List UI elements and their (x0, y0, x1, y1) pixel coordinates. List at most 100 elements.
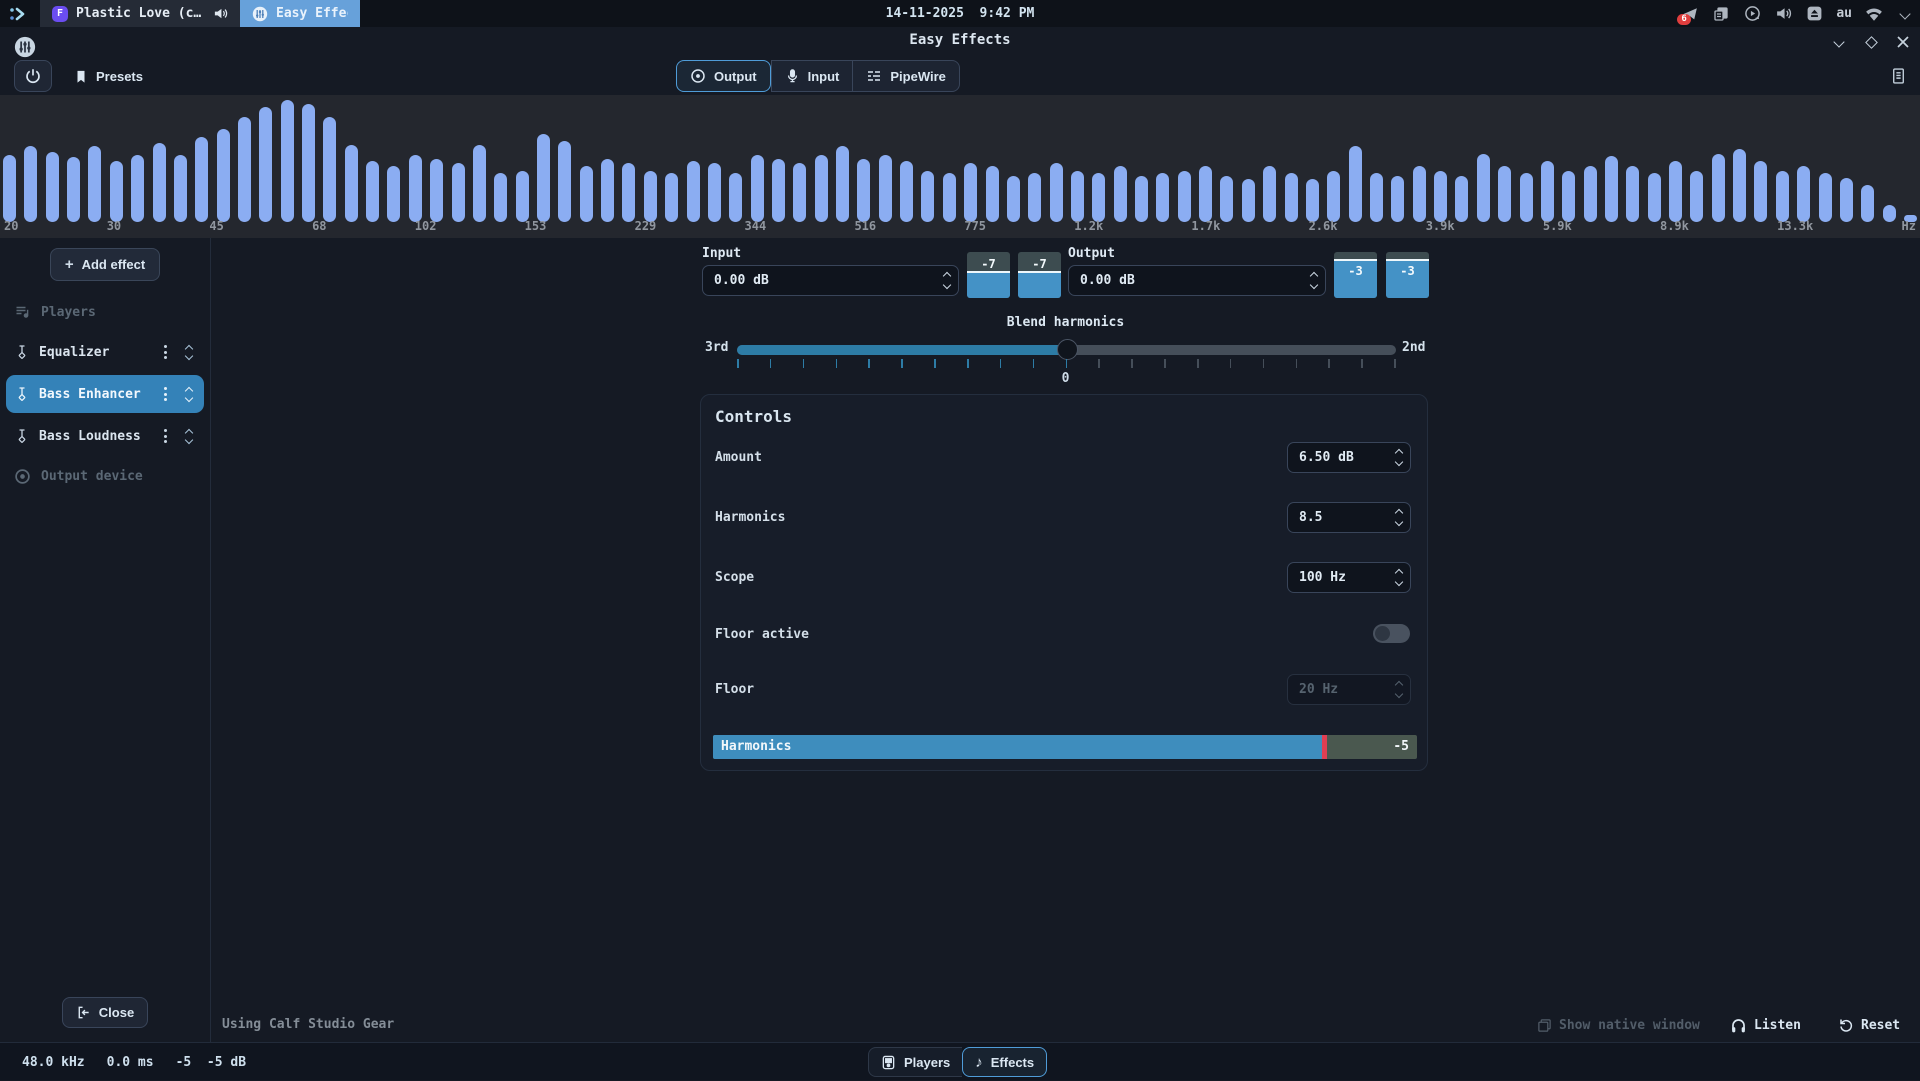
amount-spinbutton[interactable]: 6.50 dB (1287, 442, 1411, 473)
output-gain-spinbutton[interactable]: 0.00 dB (1068, 265, 1326, 296)
output-level-meter-left: -3 (1334, 252, 1377, 298)
add-effect-button[interactable]: + Add effect (50, 248, 160, 281)
frequency-label: 5.9k (1543, 219, 1572, 237)
frequency-label: 344 (745, 219, 767, 237)
presets-button[interactable]: Presets (62, 60, 155, 92)
spectrum-bar (1242, 179, 1255, 222)
tab-pipewire[interactable]: PipeWire (852, 60, 960, 92)
reset-icon (1838, 1017, 1854, 1033)
tray-expand-chevron-icon[interactable] (1896, 5, 1914, 23)
spectrum-bar (1477, 154, 1490, 222)
launcher-icon[interactable] (8, 5, 30, 23)
blend-value: 0 (735, 371, 1396, 386)
sidebar-item-players[interactable]: Players (0, 295, 210, 329)
spectrum-bar (900, 161, 913, 222)
sidebar-effect-equalizer[interactable]: Equalizer (6, 333, 204, 371)
eject-tray-icon[interactable] (1805, 5, 1823, 23)
sidebar-item-output-device[interactable]: Output device (0, 459, 210, 493)
global-bypass-button[interactable] (14, 60, 52, 92)
effect-drag-handle[interactable] (182, 428, 196, 445)
spectrum-bar (516, 171, 529, 222)
controls-title: Controls (715, 407, 792, 426)
effect-menu-icon[interactable] (158, 385, 173, 403)
frequency-label: 516 (854, 219, 876, 237)
harmonics-spinbutton[interactable]: 8.5 (1287, 502, 1411, 533)
spectrum-bar (1285, 173, 1298, 222)
spectrum-bar (964, 163, 977, 222)
tab-effects[interactable]: ♪ Effects (962, 1047, 1047, 1077)
spin-up-down-icons[interactable] (1396, 510, 1402, 525)
clipboard-tray-icon[interactable] (1712, 5, 1730, 23)
input-gain-spinbutton[interactable]: 0.00 dB (702, 265, 959, 296)
frequency-label: 229 (635, 219, 657, 237)
spectrum-bar (238, 117, 251, 222)
slider-handle[interactable] (1057, 339, 1078, 360)
effects-list: Equalizer Bass Enhancer Bass Loudness (0, 329, 210, 459)
reset-button[interactable]: Reset (1838, 1012, 1900, 1038)
input-level-meter-left: -7 (967, 252, 1010, 298)
spectrum-bar (537, 134, 550, 222)
spectrum-bar (793, 163, 806, 222)
volume-tray-icon[interactable] (1774, 5, 1792, 23)
amount-value: 6.50 dB (1299, 450, 1396, 465)
frequency-label: 775 (964, 219, 986, 237)
spectrum-bar (1776, 171, 1789, 222)
output-device-label: Output device (41, 469, 143, 484)
slider-tick (1066, 359, 1068, 368)
maximize-button[interactable] (1862, 33, 1880, 51)
spectrum-bar (601, 159, 614, 222)
spin-up-down-icons[interactable] (1396, 450, 1402, 465)
spectrum-bar (857, 159, 870, 222)
meter-value: -7 (1018, 257, 1061, 271)
notes-button[interactable] (1884, 62, 1912, 90)
tab-effects-label: Effects (991, 1055, 1034, 1070)
blend-harmonics-slider[interactable] (737, 345, 1396, 355)
listen-button[interactable]: Listen (1730, 1012, 1801, 1038)
toggle-knob (1375, 626, 1390, 641)
plugin-icon (14, 386, 30, 402)
spectrum-bar (1648, 173, 1661, 222)
audio-tray-label[interactable]: au (1836, 5, 1852, 23)
floor-spinbutton: 20 Hz (1287, 674, 1411, 705)
plugin-icon (14, 344, 30, 360)
close-window-button[interactable] (1894, 33, 1912, 51)
effect-name: Bass Enhancer (39, 387, 149, 402)
meter-value: -3 (1386, 264, 1429, 278)
telegram-tray-icon[interactable]: 6 (1681, 5, 1699, 23)
scope-spinbutton[interactable]: 100 Hz (1287, 562, 1411, 593)
spectrum-panel: 203045681021532293445167751.2k1.7k2.6k3.… (0, 95, 1920, 238)
taskbar-window-media-player[interactable]: F Plastic Love (c… (40, 0, 240, 27)
spectrum-bars (0, 95, 1920, 222)
effect-menu-icon[interactable] (158, 343, 173, 361)
taskbar-window-easy-effects[interactable]: Easy Effects (240, 0, 360, 27)
sidebar-effect-bass-enhancer[interactable]: Bass Enhancer (6, 375, 204, 413)
slider-tick (1033, 359, 1035, 368)
tab-output[interactable]: Output (676, 60, 771, 92)
scope-label: Scope (715, 570, 754, 585)
effect-drag-handle[interactable] (182, 344, 196, 361)
tab-players[interactable]: Players (868, 1047, 962, 1077)
spectrum-bar (815, 155, 828, 222)
spin-up-down-icons[interactable] (1396, 570, 1402, 585)
input-level-meter-right: -7 (1018, 252, 1061, 298)
minimize-button[interactable] (1830, 33, 1848, 51)
sidebar-effect-bass-loudness[interactable]: Bass Loudness (6, 417, 204, 455)
meter-value: -7 (967, 257, 1010, 271)
tab-input[interactable]: Input (771, 60, 853, 92)
floor-active-toggle[interactable] (1373, 624, 1410, 643)
screen-recorder-tray-icon[interactable] (1743, 5, 1761, 23)
spectrum-bar (1584, 166, 1597, 222)
spin-up-down-icons[interactable] (944, 273, 950, 288)
spectrum-bar (622, 163, 635, 222)
spin-up-down-icons[interactable] (1311, 273, 1317, 288)
spectrum-bar (879, 155, 892, 222)
close-app-button[interactable]: Close (62, 997, 148, 1028)
effect-drag-handle[interactable] (182, 386, 196, 403)
spectrum-bar (24, 146, 37, 222)
spectrum-bar (473, 145, 486, 222)
effect-menu-icon[interactable] (158, 427, 173, 445)
system-tray: 6 au (1681, 0, 1914, 27)
spectrum-bar (1199, 166, 1212, 222)
wifi-tray-icon[interactable] (1865, 5, 1883, 23)
notification-badge: 6 (1677, 14, 1690, 25)
